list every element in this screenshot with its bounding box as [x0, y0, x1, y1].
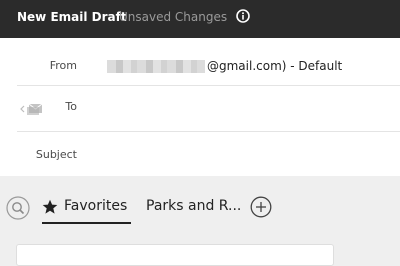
from-field[interactable]: From @gmail.com) - Default: [0, 38, 400, 83]
from-label: From: [49, 59, 77, 72]
redacted-address: [107, 59, 205, 73]
unsaved-status: Unsaved Changes: [119, 10, 228, 24]
active-tab-indicator: [42, 222, 131, 224]
from-value-text: @gmail.com) - Default: [207, 59, 343, 73]
subject-label: Subject: [35, 148, 77, 161]
tab-parks[interactable]: Parks and R...: [146, 198, 241, 214]
draft-title: New Email Draft: [17, 10, 127, 24]
to-field[interactable]: To: [0, 85, 400, 130]
list-card[interactable]: [16, 244, 334, 266]
subject-field[interactable]: Subject: [0, 132, 400, 177]
envelope-icon[interactable]: [20, 102, 46, 116]
star-icon: [42, 199, 58, 214]
tab-favorites[interactable]: Favorites: [64, 198, 127, 214]
from-value[interactable]: @gmail.com) - Default: [107, 59, 342, 73]
search-icon[interactable]: [6, 196, 30, 220]
email-form: From @gmail.com) - Default To Subject: [0, 38, 400, 176]
plus-circle-icon[interactable]: [250, 196, 272, 218]
title-bar: New Email Draft Unsaved Changes: [0, 0, 400, 38]
info-icon[interactable]: [236, 9, 250, 23]
